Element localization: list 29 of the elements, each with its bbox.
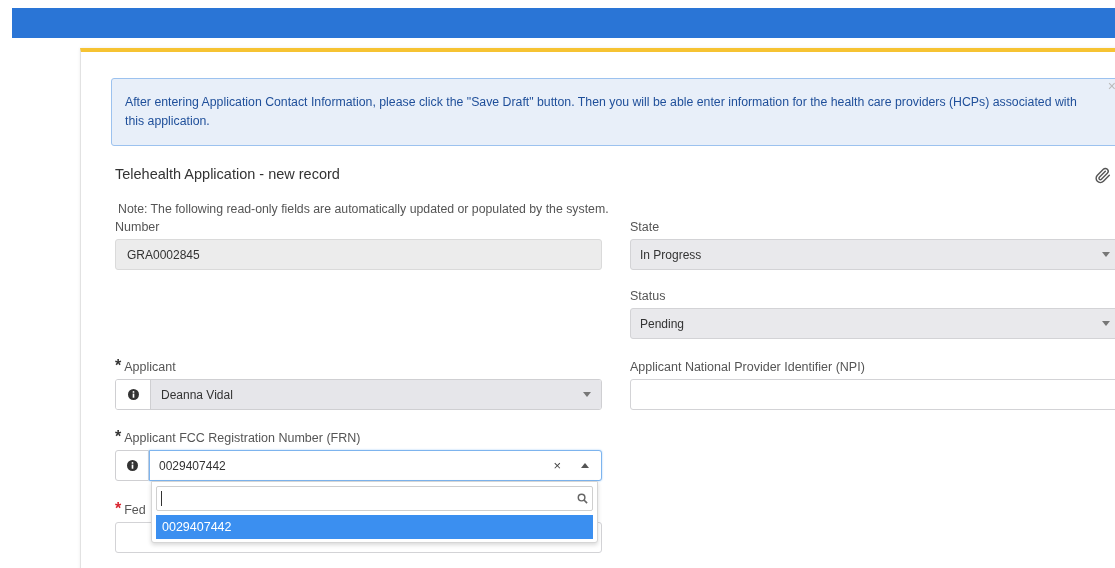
- paperclip-icon[interactable]: [1094, 166, 1111, 184]
- caret-icon: [583, 392, 591, 397]
- caret-icon: [581, 463, 589, 468]
- required-mark: *: [115, 502, 122, 516]
- form-title: Telehealth Application - new record: [115, 165, 340, 185]
- field-label: Status: [630, 288, 666, 304]
- required-mark: *: [115, 430, 122, 444]
- select-field[interactable]: Pending: [630, 308, 1115, 339]
- field-label: Applicant FCC Registration Number (FRN): [124, 430, 361, 446]
- field-label: Applicant National Provider Identifier (NPI): [630, 359, 865, 375]
- npi-field[interactable]: [630, 379, 1115, 410]
- info-icon: [127, 389, 139, 400]
- field-label: Number: [115, 219, 160, 235]
- alert-message: After entering Application Contact Information, please click the "Save Draft" button. Then you will be able enter information for the health care providers (HCPs) associated with this application.: [125, 94, 1078, 130]
- note-text: Note: The following read-only fields are automatically updated or populated by the system.: [117, 201, 610, 218]
- caret-icon: [1102, 321, 1110, 326]
- clear-button[interactable]: ×: [553, 455, 561, 476]
- required-mark: *: [115, 359, 122, 373]
- search-icon: [577, 493, 588, 504]
- number-field: GRA0002845: [115, 239, 602, 270]
- frn-select[interactable]: 0029407442 ×: [149, 450, 602, 481]
- field-label: Fed: [124, 502, 146, 518]
- dropdown-search-field[interactable]: [156, 486, 593, 511]
- field-label: Applicant: [124, 359, 176, 375]
- select-field[interactable]: In Progress: [630, 239, 1115, 270]
- caret-icon: [1102, 252, 1110, 257]
- applicant-field[interactable]: Deanna Vidal: [115, 379, 602, 410]
- field-label: State: [630, 219, 660, 235]
- info-icon: [126, 460, 138, 471]
